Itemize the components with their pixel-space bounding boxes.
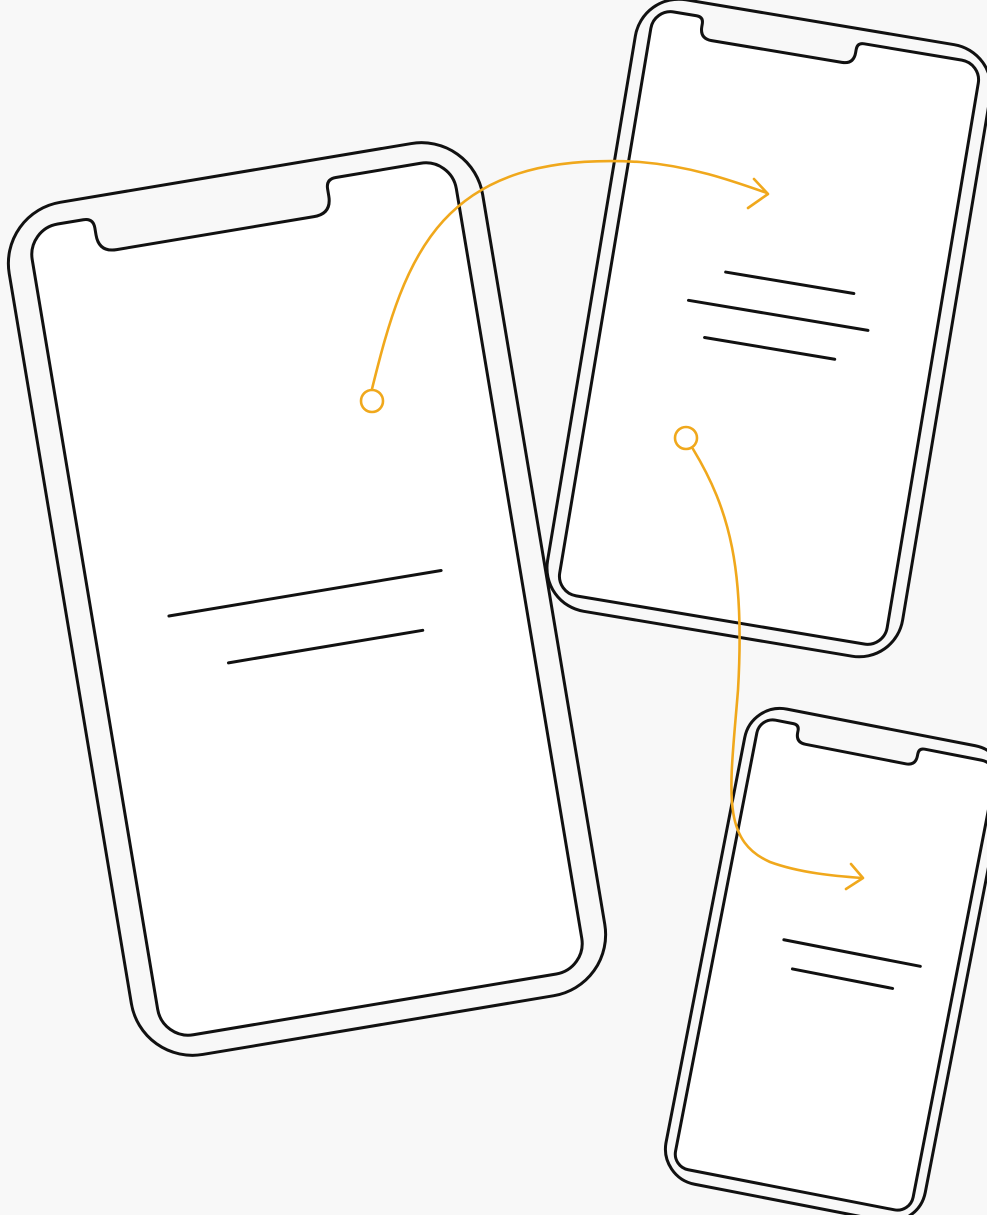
- phone-bottom-right: [663, 706, 987, 1215]
- phone-bottom-right-screen: [673, 718, 987, 1212]
- phone-top-right-screen: [557, 10, 981, 646]
- screen-flow-diagram: [6, 0, 987, 1215]
- flow-start-circle: [359, 388, 385, 414]
- flow-start-circle: [673, 425, 699, 451]
- phone-large-screen: [30, 161, 584, 1037]
- phone-large: [6, 141, 608, 1057]
- phone-top-right: [545, 0, 987, 659]
